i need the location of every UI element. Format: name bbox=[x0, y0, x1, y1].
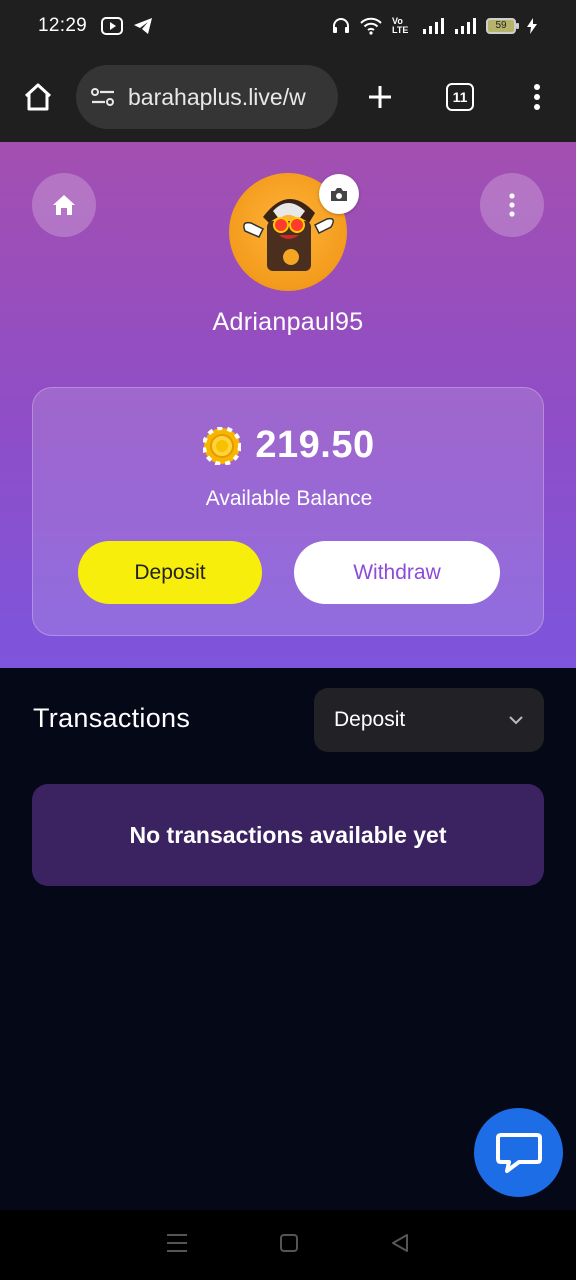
site-settings-icon bbox=[91, 88, 114, 106]
username: Adrianpaul95 bbox=[212, 308, 364, 336]
coin-icon bbox=[203, 426, 242, 465]
transaction-type-selected: Deposit bbox=[334, 708, 406, 731]
wifi-icon bbox=[360, 17, 382, 35]
balance-card: 219.50 Available Balance Deposit Withdra… bbox=[32, 387, 544, 636]
change-photo-button[interactable] bbox=[319, 174, 359, 214]
telegram-notification-icon bbox=[133, 17, 153, 35]
browser-home-button[interactable] bbox=[0, 52, 76, 142]
camera-icon bbox=[331, 187, 347, 201]
charging-icon bbox=[526, 17, 538, 35]
more-vertical-icon bbox=[534, 84, 540, 110]
plus-icon bbox=[369, 86, 391, 108]
support-chat-button[interactable] bbox=[474, 1108, 563, 1197]
tab-switcher-button[interactable]: 11 bbox=[422, 52, 498, 142]
system-nav-bar bbox=[0, 1210, 576, 1280]
browser-menu-button[interactable] bbox=[498, 52, 576, 142]
chat-bubble-icon bbox=[495, 1132, 542, 1173]
address-bar[interactable]: barahaplus.live/w bbox=[76, 65, 338, 129]
tab-count: 11 bbox=[446, 83, 474, 111]
profile-more-button[interactable] bbox=[480, 173, 544, 237]
home-nav-button[interactable] bbox=[279, 1233, 299, 1258]
status-bar: 12:29 Vo LTE 59 bbox=[0, 0, 576, 52]
home-button[interactable] bbox=[32, 173, 96, 237]
signal-strength-icon bbox=[422, 17, 444, 35]
recent-apps-button[interactable] bbox=[166, 1233, 188, 1258]
empty-transactions-message: No transactions available yet bbox=[129, 821, 447, 848]
empty-transactions-card: No transactions available yet bbox=[32, 784, 544, 886]
profile-header: Adrianpaul95 219.50 Available Balance De… bbox=[0, 142, 576, 668]
signal-strength-2-icon bbox=[454, 17, 476, 35]
home-icon bbox=[53, 195, 75, 215]
status-time: 12:29 bbox=[38, 15, 88, 36]
balance-row: 219.50 bbox=[33, 424, 545, 467]
battery-indicator: 59 bbox=[486, 18, 519, 34]
avatar-container bbox=[229, 173, 359, 291]
more-vertical-icon bbox=[509, 193, 515, 217]
browser-toolbar: barahaplus.live/w 11 bbox=[0, 52, 576, 142]
status-notification-icons bbox=[101, 17, 153, 35]
square-icon bbox=[279, 1233, 298, 1252]
chevron-down-icon bbox=[508, 715, 524, 725]
balance-label: Available Balance bbox=[205, 487, 373, 510]
url-text: barahaplus.live/w bbox=[128, 83, 306, 110]
menu-lines-icon bbox=[166, 1233, 187, 1252]
withdraw-button[interactable]: Withdraw bbox=[294, 541, 500, 604]
transactions-title: Transactions bbox=[33, 703, 191, 733]
status-system-icons: Vo LTE 59 bbox=[332, 17, 538, 35]
screen: 12:29 Vo LTE 59 barahaplus.live/w 11 Adr… bbox=[0, 0, 576, 1280]
volte-label: Vo LTE bbox=[392, 16, 409, 35]
back-triangle-icon bbox=[392, 1233, 409, 1252]
balance-amount: 219.50 bbox=[255, 424, 375, 466]
headphones-icon bbox=[332, 17, 350, 35]
transaction-type-select[interactable]: Deposit bbox=[314, 688, 544, 752]
home-outline-icon bbox=[24, 83, 52, 111]
new-tab-button[interactable] bbox=[338, 52, 422, 142]
back-nav-button[interactable] bbox=[390, 1233, 410, 1258]
deposit-button[interactable]: Deposit bbox=[78, 541, 262, 604]
youtube-notification-icon bbox=[101, 17, 124, 35]
